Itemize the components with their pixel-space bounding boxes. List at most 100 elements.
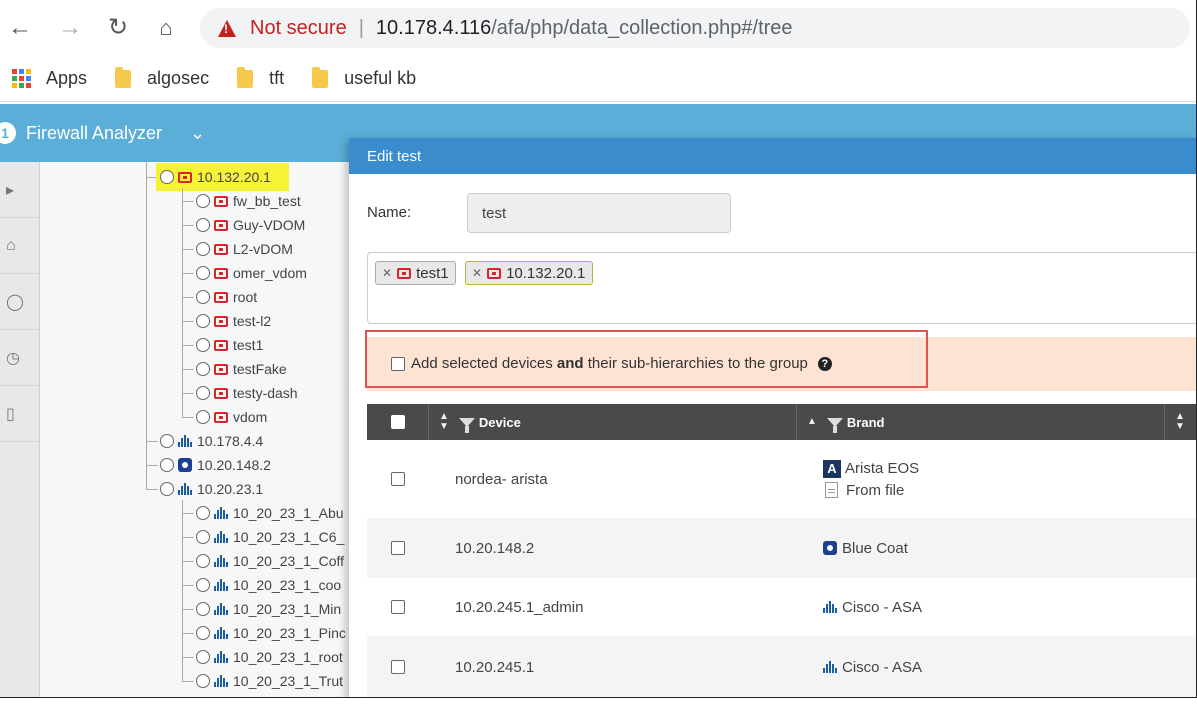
- tree-radio[interactable]: [196, 410, 210, 424]
- tree-item[interactable]: test-l2: [196, 310, 271, 332]
- tree-radio[interactable]: [196, 266, 210, 280]
- table-row[interactable]: 10.20.148.2 Blue Coat: [367, 518, 1196, 578]
- tree-item[interactable]: omer_vdom: [196, 262, 307, 284]
- tree-radio[interactable]: [196, 554, 210, 568]
- row-checkbox[interactable]: [391, 541, 405, 555]
- device-tree: 10.132.20.1 fw_bb_test Guy-VDOM L2-vDOM omer…: [40, 162, 350, 697]
- forward-icon[interactable]: →: [56, 14, 84, 42]
- bookmark-label: algosec: [147, 68, 210, 88]
- select-all-checkbox[interactable]: [390, 415, 405, 429]
- tree-item[interactable]: testy-dash: [196, 382, 298, 404]
- tree-item[interactable]: 10_20_23_1_root: [196, 646, 343, 668]
- table-row[interactable]: 10.20.245.1_admin Cisco - ASA: [367, 578, 1196, 636]
- brand-column-header[interactable]: ▲ Brand: [797, 404, 1165, 440]
- tree-radio[interactable]: [196, 194, 210, 208]
- tree-item[interactable]: Guy-VDOM: [196, 214, 305, 236]
- expand-arrow-icon[interactable]: ▸: [0, 162, 40, 218]
- tree-radio[interactable]: [196, 530, 210, 544]
- tree-radio[interactable]: [160, 458, 174, 472]
- tree-radio[interactable]: [160, 434, 174, 448]
- bluecoat-icon: [823, 541, 837, 555]
- tree-item[interactable]: 10_20_23_1_Coff: [196, 550, 344, 572]
- extra-column-header[interactable]: ▲ ▼: [1165, 404, 1196, 440]
- tree-item[interactable]: 10_20_23_1_Abu: [196, 502, 344, 524]
- bookmark-label: tft: [269, 68, 285, 88]
- tree-radio[interactable]: [196, 362, 210, 376]
- filter-icon[interactable]: [826, 417, 843, 433]
- device-column-header[interactable]: ▲ ▼ Device: [429, 404, 797, 440]
- home-icon[interactable]: ⌂: [152, 14, 180, 42]
- tree-item[interactable]: 10_20_23_1_Min: [196, 598, 341, 620]
- row-checkbox[interactable]: [391, 600, 405, 614]
- tree-radio[interactable]: [196, 386, 210, 400]
- table-row[interactable]: 10.20.245.1 Cisco - ASA: [367, 636, 1196, 697]
- tree-item[interactable]: vdom: [196, 406, 267, 428]
- tree-radio[interactable]: [160, 170, 174, 184]
- tree-item-label: root: [233, 289, 258, 305]
- bookmark-algosec[interactable]: algosec: [115, 66, 210, 89]
- shield-rail-icon[interactable]: ◯: [0, 274, 40, 330]
- device-tag-10-132-20-1[interactable]: ✕ 10.132.20.1: [465, 261, 593, 285]
- home-rail-icon[interactable]: ⌂: [0, 218, 40, 274]
- tree-connector: [182, 321, 194, 322]
- bookmark-useful-kb[interactable]: useful kb: [312, 66, 416, 89]
- tree-radio[interactable]: [196, 242, 210, 256]
- fortinet-icon: [214, 411, 228, 423]
- tree-radio[interactable]: [196, 314, 210, 328]
- tree-item[interactable]: 10_20_23_1_C6_: [196, 526, 344, 548]
- fortinet-icon: [214, 291, 228, 303]
- table-row[interactable]: nordea- arista A Arista EOS From file: [367, 440, 1196, 518]
- tree-item[interactable]: testFake: [196, 358, 287, 380]
- clock-rail-icon[interactable]: ◷: [0, 330, 40, 386]
- tree-radio[interactable]: [160, 482, 174, 496]
- filter-icon[interactable]: [458, 417, 475, 433]
- tree-radio[interactable]: [196, 578, 210, 592]
- tree-radio[interactable]: [196, 290, 210, 304]
- row-checkbox[interactable]: [391, 472, 405, 486]
- name-input[interactable]: test: [467, 193, 731, 233]
- tree-radio[interactable]: [196, 626, 210, 640]
- tree-item[interactable]: test1: [196, 334, 263, 356]
- tree-radio[interactable]: [196, 338, 210, 352]
- tree-radio[interactable]: [196, 506, 210, 520]
- sort-icon[interactable]: ▲ ▼: [1175, 412, 1185, 432]
- tree-item[interactable]: 10.20.148.2: [160, 454, 271, 476]
- tree-item[interactable]: root: [196, 286, 257, 308]
- tree-item[interactable]: 10_20_23_1_coo: [196, 574, 341, 596]
- tree-item-label: testy-dash: [233, 385, 298, 401]
- tree-item[interactable]: L2-vDOM: [196, 238, 293, 260]
- app-title[interactable]: Firewall Analyzer: [26, 123, 162, 144]
- tree-radio[interactable]: [196, 218, 210, 232]
- tree-item[interactable]: 10.132.20.1: [156, 163, 289, 191]
- cisco-icon: [214, 507, 228, 519]
- sort-icon[interactable]: ▲ ▼: [439, 412, 449, 432]
- selected-devices-box[interactable]: ✕ test1 ✕ 10.132.20.1: [367, 252, 1196, 324]
- reload-icon[interactable]: ↻: [104, 14, 132, 42]
- tree-item[interactable]: 10_20_23_1_Trut: [196, 670, 343, 692]
- row-checkbox[interactable]: [391, 660, 405, 674]
- security-label[interactable]: Not secure: [250, 17, 347, 40]
- sort-asc-icon[interactable]: ▲: [807, 417, 817, 427]
- tree-radio[interactable]: [196, 602, 210, 616]
- tree-item[interactable]: 10.178.4.4: [160, 430, 263, 452]
- tree-radio[interactable]: [196, 650, 210, 664]
- app-logo-icon: 1: [0, 122, 16, 144]
- folder-icon: [312, 66, 329, 88]
- address-bar[interactable]: Not secure | 10.178.4.116/afa/php/data_c…: [200, 8, 1190, 48]
- tree-item[interactable]: 10_20_23_1_Pinc: [196, 622, 346, 644]
- remove-tag-icon[interactable]: ✕: [382, 266, 392, 280]
- cisco-icon: [178, 483, 192, 495]
- device-tag-test1[interactable]: ✕ test1: [375, 261, 456, 285]
- brand-cell: Cisco - ASA: [823, 659, 922, 676]
- bookmark-tft[interactable]: tft: [237, 66, 285, 89]
- tree-item-label: 10_20_23_1_Trut: [233, 673, 344, 689]
- device-rail-icon[interactable]: ▯: [0, 386, 40, 442]
- tree-item[interactable]: 10.20.23.1: [160, 478, 263, 500]
- chevron-down-icon[interactable]: ⌄: [190, 123, 205, 144]
- tree-item[interactable]: fw_bb_test: [196, 190, 301, 212]
- remove-tag-icon[interactable]: ✕: [472, 266, 482, 280]
- back-icon[interactable]: ←: [6, 14, 34, 42]
- tree-connector: [182, 513, 194, 514]
- bookmark-apps[interactable]: Apps: [0, 68, 87, 89]
- tree-radio[interactable]: [196, 674, 210, 688]
